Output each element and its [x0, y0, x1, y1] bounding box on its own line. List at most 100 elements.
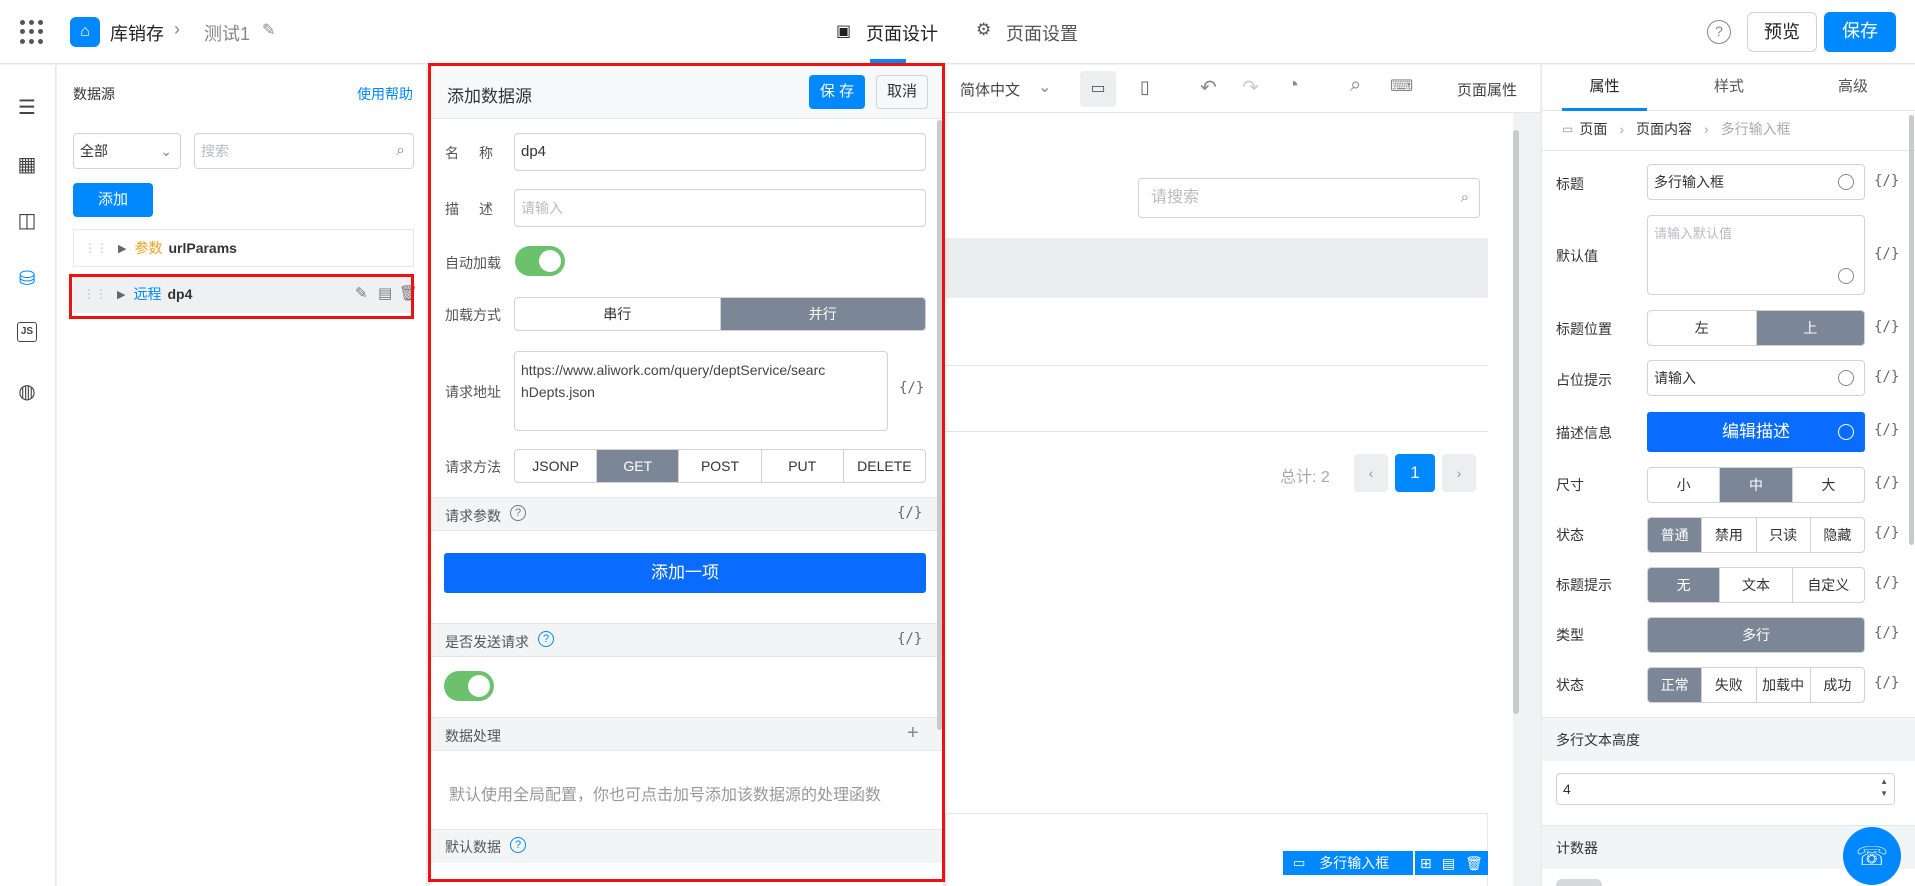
default-value-textarea[interactable]: 请输入默认值 [1647, 215, 1865, 295]
caret-right-icon[interactable]: ▶ [117, 288, 125, 301]
page-name[interactable]: 测试1 [204, 20, 250, 46]
load-mode-parallel[interactable]: 并行 [720, 298, 925, 330]
copy-icon[interactable]: ▤ [1442, 855, 1455, 872]
desc-input[interactable]: 请输入 [514, 189, 926, 227]
state-disabled[interactable]: 禁用 [1702, 518, 1757, 552]
fx-button[interactable]: {/} [1874, 319, 1899, 335]
fx-button[interactable]: {/} [1874, 173, 1899, 189]
fx-button[interactable]: {/} [1874, 369, 1899, 385]
language-select[interactable]: 简体中文 [960, 79, 1020, 100]
state-readonly[interactable]: 只读 [1757, 518, 1811, 552]
placeholder-input[interactable]: 请输入 [1647, 360, 1865, 396]
help-icon[interactable]: ? [510, 505, 526, 521]
layout-icon[interactable]: ◫ [14, 208, 40, 234]
fx-button[interactable]: {/} [1874, 475, 1899, 491]
size-large[interactable]: 大 [1793, 468, 1864, 502]
fx-button[interactable]: {/} [1874, 422, 1899, 438]
fx-button[interactable]: {/} [1874, 525, 1899, 541]
method-delete[interactable]: DELETE [844, 450, 925, 482]
datasource-filter-select[interactable]: 全部 ⌄ [73, 133, 181, 169]
send-request-toggle[interactable] [444, 671, 494, 701]
add-icon[interactable]: ⊞ [1420, 855, 1432, 872]
prev-page-button[interactable]: ‹ [1354, 454, 1388, 492]
caret-right-icon[interactable]: ▶ [118, 242, 126, 255]
add-datasource-button[interactable]: 添加 [73, 183, 153, 217]
datasource-search-input[interactable]: 搜索 ⌕ [194, 133, 414, 169]
auto-load-toggle[interactable] [515, 246, 565, 276]
plus-icon[interactable]: + [907, 722, 919, 745]
help-icon[interactable]: ? [538, 631, 554, 647]
fx-button[interactable]: {/} [1874, 575, 1899, 591]
method-post[interactable]: POST [679, 450, 762, 482]
save-button[interactable]: 保存 [1824, 12, 1896, 52]
history-icon[interactable]: ◔ [1287, 74, 1299, 97]
type-multiline[interactable]: 多行 [1648, 618, 1864, 652]
page-number-button[interactable]: 1 [1395, 454, 1435, 492]
load-mode-serial[interactable]: 串行 [515, 298, 721, 330]
edit-description-button[interactable]: 编辑描述 [1647, 412, 1865, 452]
selected-component-tag[interactable]: ▭ 多行输入框 [1283, 851, 1413, 875]
title-tip-none[interactable]: 无 [1648, 568, 1721, 602]
copy-icon[interactable]: ▤ [378, 284, 392, 302]
tab-style[interactable]: 样式 [1667, 65, 1791, 111]
support-chat-icon[interactable]: ☏ [1843, 827, 1901, 885]
props-scrollbar[interactable] [1909, 115, 1914, 545]
edit-icon[interactable]: ✎ [355, 284, 368, 302]
help-icon[interactable]: ? [510, 837, 526, 853]
params-fx-button[interactable]: {/} [897, 505, 922, 521]
drag-handle-icon[interactable]: ⋮⋮ [84, 241, 108, 255]
title-position-left[interactable]: 左 [1648, 311, 1757, 345]
help-icon[interactable]: ? [1707, 20, 1731, 44]
rows-height-input[interactable]: 4 ▲ ▼ [1556, 773, 1895, 805]
stepper-icon[interactable]: ▲ ▼ [1880, 776, 1888, 800]
method-get[interactable]: GET [597, 450, 680, 482]
datasource-icon[interactable]: ⛁ [14, 266, 40, 292]
size-medium[interactable]: 中 [1720, 468, 1793, 502]
globe-icon[interactable]: ◍ [14, 379, 40, 405]
method-put[interactable]: PUT [762, 450, 844, 482]
title-input[interactable]: 多行输入框 [1647, 164, 1865, 200]
js-icon[interactable]: JS [17, 322, 37, 342]
breadcrumb-item[interactable]: 页面内容 [1636, 119, 1692, 139]
tab-page-settings[interactable]: 页面设置 [1006, 20, 1078, 46]
form-cancel-button[interactable]: 取消 [876, 75, 928, 109]
canvas-scrollbar[interactable] [1513, 130, 1519, 714]
desktop-view-icon[interactable]: ▭ [1080, 71, 1116, 107]
form-scrollbar[interactable] [937, 120, 942, 730]
datasource-item-dp4[interactable]: ⋮⋮ ▶ 远程 dp4 ✎ ▤ 🗑 [73, 275, 418, 313]
trash-icon[interactable]: 🗑 [399, 284, 418, 302]
name-input[interactable]: dp4 [514, 133, 926, 171]
globe-icon[interactable] [1838, 174, 1854, 190]
status-success[interactable]: 成功 [1811, 668, 1864, 702]
send-request-fx-button[interactable]: {/} [897, 631, 922, 647]
breadcrumb-item[interactable]: 页面 [1579, 119, 1607, 139]
status-failed[interactable]: 失败 [1702, 668, 1757, 702]
method-jsonp[interactable]: JSONP [515, 450, 598, 482]
mobile-view-icon[interactable]: ▯ [1140, 77, 1150, 98]
drag-handle-icon[interactable]: ⋮⋮ [83, 287, 107, 301]
next-page-button[interactable]: › [1442, 454, 1476, 492]
edit-icon[interactable]: ✎ [262, 20, 275, 40]
redo-icon[interactable]: ↷ [1242, 75, 1259, 100]
search-icon[interactable]: ⌕ [1350, 74, 1361, 97]
page-properties-link[interactable]: 页面属性 [1457, 79, 1517, 100]
url-textarea[interactable]: https://www.aliwork.com/query/deptServic… [514, 351, 888, 431]
trash-icon[interactable]: 🗑 [1465, 855, 1483, 872]
counter-toggle[interactable] [1556, 879, 1602, 886]
preview-button[interactable]: 预览 [1747, 12, 1817, 52]
fx-button[interactable]: {/} [1874, 625, 1899, 641]
status-loading[interactable]: 加载中 [1757, 668, 1811, 702]
globe-icon[interactable] [1838, 268, 1854, 284]
fx-button[interactable]: {/} [1874, 675, 1899, 691]
tab-properties[interactable]: 属性 [1542, 65, 1667, 111]
app-grid-icon[interactable] [20, 20, 44, 44]
state-hidden[interactable]: 隐藏 [1811, 518, 1864, 552]
state-normal[interactable]: 普通 [1648, 518, 1703, 552]
multiline-input-component[interactable] [945, 813, 1488, 886]
fx-button[interactable]: {/} [1874, 246, 1899, 262]
tab-page-design[interactable]: 页面设计 [866, 20, 938, 46]
title-position-top[interactable]: 上 [1756, 311, 1864, 345]
datasource-item-urlParams[interactable]: ⋮⋮ ▶ 参数 urlParams [73, 229, 414, 267]
undo-icon[interactable]: ↶ [1200, 75, 1217, 100]
globe-icon[interactable] [1838, 370, 1854, 386]
